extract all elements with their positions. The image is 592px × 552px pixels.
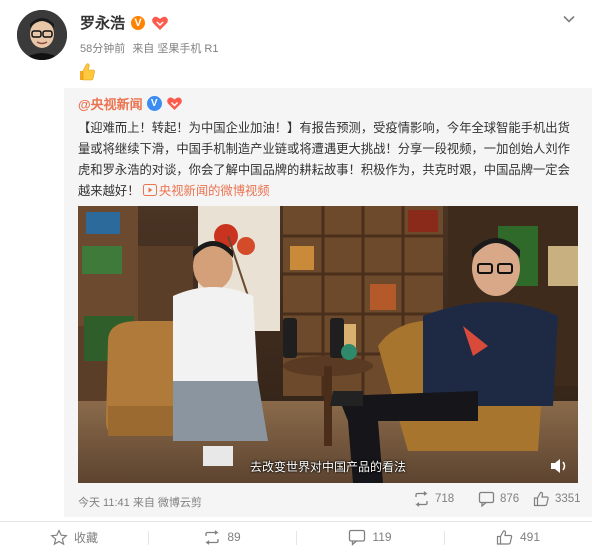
like-button[interactable]: 491	[444, 522, 592, 552]
weibo-post-card: 罗永浩 V 58分钟前 来自 坚果手机 R1 @央视新闻 V 【迎难而上！转起！…	[0, 0, 592, 552]
star-icon	[50, 528, 68, 545]
like-action-count: 491	[519, 530, 541, 544]
like-count: 3351	[555, 493, 581, 505]
original-post-text: 【迎难而上！转起！为中国企业加油！】有报告预测，受疫情影响，今年全球智能手机出货…	[78, 118, 580, 202]
vip-badge-icon[interactable]: V	[130, 14, 147, 31]
author-row: 罗永浩 V	[80, 12, 169, 33]
video-link-label: 央视新闻的微博视频	[158, 184, 270, 198]
thumbs-up-icon	[533, 491, 549, 507]
favorite-label: 收藏	[73, 530, 98, 545]
comment-count: 876	[500, 493, 520, 505]
video-source-link[interactable]: 央视新闻的微博视频	[142, 184, 270, 198]
author-avatar[interactable]	[17, 10, 67, 60]
chevron-down-icon[interactable]	[562, 12, 576, 26]
repost-icon	[205, 529, 220, 545]
post-source: 来自 坚果手机 R1	[132, 43, 219, 55]
volume-icon[interactable]	[549, 457, 569, 475]
repost-button[interactable]: 89	[148, 522, 296, 552]
reposted-content[interactable]: @央视新闻 V 【迎难而上！转起！为中国企业加油！】有报告预测，受疫情影响，今年…	[64, 88, 592, 517]
original-author-row: @央视新闻 V	[78, 94, 183, 113]
repost-action-count: 89	[227, 530, 241, 544]
repost-count: 718	[435, 493, 455, 505]
comment-button[interactable]: 119	[296, 522, 444, 552]
video-player[interactable]: 去改变世界对中国产品的看法	[78, 206, 578, 483]
favorite-button[interactable]: 收藏	[0, 522, 148, 552]
video-subtitle: 去改变世界对中国产品的看法	[249, 460, 406, 474]
fan-badge-icon[interactable]	[151, 15, 169, 31]
video-frame	[78, 206, 578, 483]
fan-badge-icon	[166, 97, 182, 110]
repost-icon	[415, 491, 428, 507]
thumbs-up-icon	[80, 63, 95, 81]
comment-icon	[349, 529, 366, 546]
comment-action-count: 119	[372, 530, 392, 544]
thumbs-up-icon	[496, 529, 513, 545]
author-name[interactable]: 罗永浩	[80, 12, 125, 33]
action-bar: 收藏 89 119 491	[0, 522, 592, 552]
repost-timestamp[interactable]: 今天 11:41 来自 微博云剪	[78, 494, 202, 510]
repost-count-stat[interactable]: 718	[413, 491, 454, 507]
video-play-icon	[142, 184, 157, 196]
post-time[interactable]: 58分钟前	[80, 43, 125, 55]
original-author-link[interactable]: @央视新闻	[78, 94, 143, 113]
post-meta: 58分钟前 来自 坚果手机 R1	[80, 40, 223, 56]
like-count-stat[interactable]: 3351	[533, 491, 581, 507]
verified-badge-icon: V	[146, 96, 162, 111]
comment-count-stat[interactable]: 876	[478, 491, 519, 507]
comment-icon	[478, 491, 495, 507]
